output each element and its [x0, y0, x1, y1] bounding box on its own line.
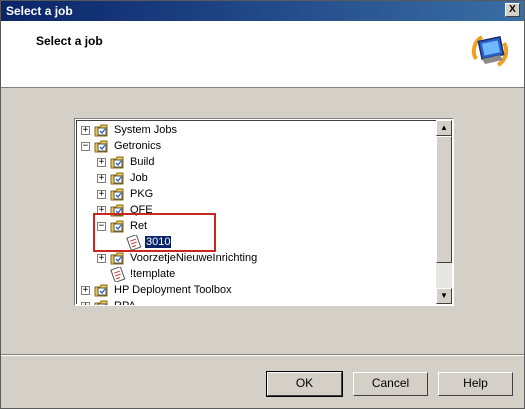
job-folder-icon: [110, 251, 126, 266]
tree-node-label[interactable]: !template: [129, 268, 176, 280]
job-folder-icon: [94, 299, 110, 305]
scroll-up-arrow-icon[interactable]: ▲: [436, 120, 452, 136]
expand-plus-icon[interactable]: +: [97, 174, 106, 183]
job-folder-icon: [94, 139, 110, 154]
cancel-button[interactable]: Cancel: [353, 372, 428, 396]
tree-content: + System Jobs − Getronics + Build + Job + PKG + QFE…: [76, 120, 436, 305]
tree-node-label[interactable]: Job: [129, 172, 149, 184]
tree-node-label[interactable]: HP Deployment Toolbox: [113, 284, 233, 296]
computer-arrows-icon: [471, 35, 509, 67]
tree-node-label[interactable]: Getronics: [113, 140, 162, 152]
job-folder-icon: [94, 123, 110, 138]
tree-node-label[interactable]: PKG: [129, 188, 154, 200]
expand-plus-icon[interactable]: +: [81, 302, 90, 305]
scroll-thumb[interactable]: [436, 136, 452, 263]
job-folder-icon: [110, 155, 126, 170]
job-folder-icon: [94, 283, 110, 298]
job-tree-view[interactable]: + System Jobs − Getronics + Build + Job + PKG + QFE…: [74, 118, 454, 306]
expand-plus-icon[interactable]: +: [97, 190, 106, 199]
job-item-icon: [110, 266, 126, 283]
window-title: Select a job: [6, 4, 73, 18]
tree-node-label[interactable]: RPA: [113, 300, 137, 305]
tree-node-label[interactable]: System Jobs: [113, 124, 178, 136]
highlight-annotation-box: [93, 213, 216, 252]
job-folder-icon: [110, 187, 126, 202]
collapse-minus-icon[interactable]: −: [81, 142, 90, 151]
title-bar[interactable]: Select a job X: [1, 1, 524, 21]
expand-plus-icon[interactable]: +: [81, 126, 90, 135]
close-button[interactable]: X: [505, 3, 520, 17]
ok-button[interactable]: OK: [266, 371, 343, 397]
expand-plus-icon[interactable]: +: [81, 286, 90, 295]
header-panel: Select a job: [1, 21, 524, 88]
tree-node-label[interactable]: VoorzetjeNieuweInrichting: [129, 252, 258, 264]
button-separator: [1, 354, 524, 356]
select-job-dialog: Select a job X Select a job + System Jobs…: [0, 0, 525, 409]
header-title: Select a job: [36, 34, 103, 48]
expand-plus-icon[interactable]: +: [97, 254, 106, 263]
scroll-down-arrow-icon[interactable]: ▼: [436, 288, 452, 304]
job-folder-icon: [110, 171, 126, 186]
vertical-scrollbar[interactable]: ▲ ▼: [436, 120, 452, 304]
expand-plus-icon[interactable]: +: [97, 158, 106, 167]
help-button[interactable]: Help: [438, 372, 513, 396]
tree-node-label[interactable]: Build: [129, 156, 155, 168]
